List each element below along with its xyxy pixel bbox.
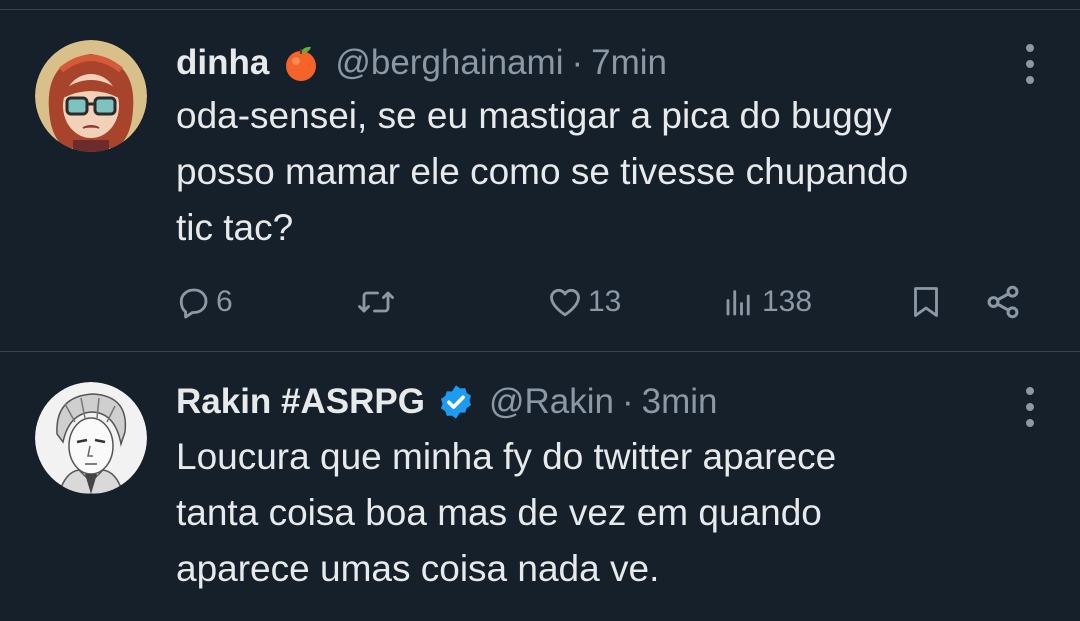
- bookmark-icon: [908, 283, 944, 321]
- tweet-header: Rakin #ASRPG @Rakin · 3min: [176, 379, 718, 425]
- user-handle[interactable]: @berghainami: [335, 43, 563, 83]
- user-handle[interactable]: @Rakin: [489, 382, 614, 422]
- display-name[interactable]: dinha: [176, 43, 269, 83]
- share-button[interactable]: [984, 280, 1022, 324]
- bookmark-button[interactable]: [908, 280, 944, 324]
- heart-icon: [546, 284, 584, 320]
- tweet-text-line: oda-sensei, se eu mastigar a pica do bug…: [176, 95, 892, 136]
- tweet-header: dinha @berghainami · 7min: [176, 40, 667, 86]
- views-icon: [722, 284, 758, 320]
- reply-icon: [176, 284, 212, 320]
- timestamp[interactable]: 7min: [591, 43, 667, 83]
- tweet-text-line: Loucura que minha fy do twitter aparece: [176, 436, 837, 477]
- top-divider: [0, 0, 1080, 10]
- retweet-icon: [356, 284, 396, 320]
- tweet[interactable]: Rakin #ASRPG @Rakin · 3min Loucura que m…: [0, 352, 1080, 621]
- like-count: 13: [588, 285, 622, 318]
- tangerine-emoji: [281, 43, 321, 83]
- kebab-menu-icon[interactable]: [1022, 387, 1038, 427]
- action-bar: 6 13 138: [176, 280, 1056, 324]
- verified-badge-icon: [437, 383, 475, 421]
- display-name[interactable]: Rakin #ASRPG: [176, 382, 425, 422]
- timestamp[interactable]: 3min: [642, 382, 718, 422]
- tweet-text-line: tanta coisa boa mas de vez em quando: [176, 492, 822, 533]
- avatar[interactable]: [35, 40, 147, 152]
- reply-button[interactable]: 6: [176, 280, 233, 324]
- tweet-text-line: posso mamar ele como se tivesse chupando: [176, 151, 909, 192]
- tweet[interactable]: dinha @berghainami · 7min oda-sensei, se…: [0, 10, 1080, 350]
- share-icon: [984, 283, 1022, 321]
- tweet-text-line: tic tac?: [176, 207, 294, 248]
- kebab-menu-icon[interactable]: [1022, 44, 1038, 84]
- views-button[interactable]: 138: [722, 280, 812, 324]
- separator-dot: ·: [571, 43, 584, 82]
- retweet-button[interactable]: [356, 280, 396, 324]
- views-count: 138: [762, 285, 813, 318]
- tweet-text-line: aparece umas coisa nada ve.: [176, 548, 660, 589]
- avatar[interactable]: [35, 382, 147, 494]
- reply-count: 6: [216, 285, 233, 318]
- tweet-text: Loucura que minha fy do twitter aparece …: [176, 429, 1056, 597]
- like-button[interactable]: 13: [546, 280, 621, 324]
- tweet-text: oda-sensei, se eu mastigar a pica do bug…: [176, 88, 1056, 256]
- separator-dot: ·: [621, 382, 634, 421]
